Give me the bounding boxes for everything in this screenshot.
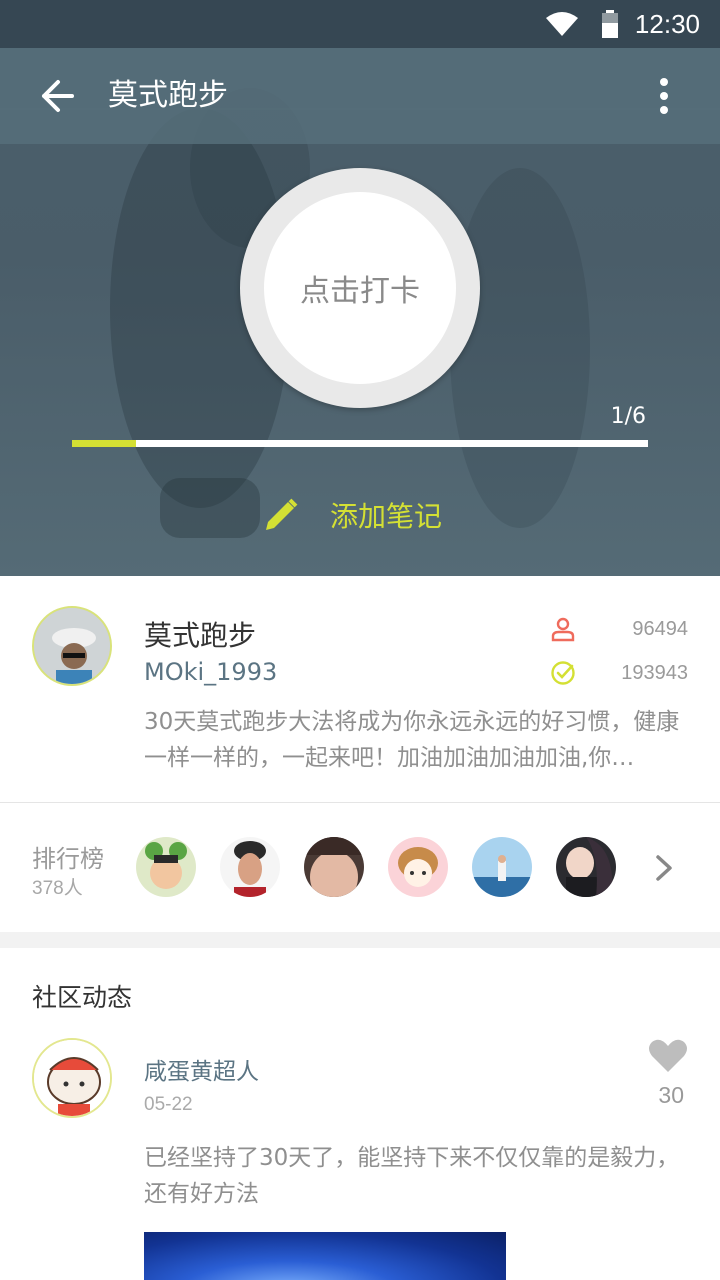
checkin-button[interactable]: 点击打卡: [264, 192, 456, 384]
heart-icon[interactable]: [648, 1038, 688, 1074]
pencil-icon: [266, 498, 298, 530]
rank-avatar-6[interactable]: [556, 837, 616, 897]
page-title: 莫式跑步: [108, 78, 228, 113]
battery-icon: [602, 10, 618, 38]
creator-avatar[interactable]: [32, 606, 112, 686]
status-time: 12:30: [634, 9, 700, 39]
add-note-label: 添加笔记: [330, 500, 443, 533]
creator-avatar-image: [34, 608, 110, 684]
post-author-name[interactable]: 咸蛋黄超人: [144, 1052, 259, 1086]
like-count: 30: [658, 1082, 684, 1108]
habit-title: 莫式跑步: [144, 619, 257, 652]
habit-info-card: 莫式跑步 MOki_1993 96494 193943 30天莫式跑步大法将成为…: [0, 576, 720, 802]
creator-username[interactable]: MOki_1993: [144, 658, 277, 686]
ranking-count: 378人: [32, 878, 83, 899]
members-count: 96494: [632, 617, 688, 640]
checkins-count: 193943: [621, 661, 688, 684]
checkins-stat: 193943: [550, 660, 688, 686]
post-date: 05-22: [144, 1094, 193, 1115]
more-vert-icon[interactable]: [652, 76, 676, 116]
rank-avatar-3[interactable]: [304, 837, 364, 897]
rank-avatar-4-image: [388, 837, 448, 897]
chevron-right-icon[interactable]: [652, 853, 676, 883]
members-stat: 96494: [550, 616, 688, 642]
rank-avatar-3-image: [304, 837, 364, 897]
add-note-button[interactable]: 添加笔记: [262, 492, 442, 538]
post-image[interactable]: [144, 1232, 506, 1280]
status-bar: 12:30: [0, 0, 720, 48]
community-section: 社区动态 咸蛋黄超人 05-22 30 已经坚持了30天了，能坚持下来不仅仅靠的…: [0, 948, 720, 1280]
progress-fill: [72, 440, 136, 447]
rank-avatar-5-image: [472, 837, 532, 897]
check-circle-icon: [551, 661, 575, 685]
person-icon: [551, 617, 575, 642]
rank-avatar-4[interactable]: [388, 837, 448, 897]
progress-bar: [72, 440, 648, 447]
progress-text: 1/6: [610, 404, 646, 429]
post-text: 已经坚持了30天了，能坚持下来不仅仅靠的是毅力，还有好方法: [144, 1145, 680, 1207]
checkin-hero: 莫式跑步 点击打卡 1/6 添加笔记: [0, 48, 720, 576]
wifi-icon: [546, 12, 578, 36]
community-title: 社区动态: [32, 983, 133, 1012]
ranking-label: 排行榜: [32, 845, 104, 873]
post-author-avatar-image: [34, 1040, 110, 1116]
ranking-row[interactable]: 排行榜 378人: [0, 802, 720, 932]
post-author-avatar[interactable]: [32, 1038, 112, 1118]
back-arrow-icon[interactable]: [36, 76, 76, 116]
rank-avatar-2-image: [220, 837, 280, 897]
rank-avatar-6-image: [556, 837, 616, 897]
rank-avatar-2[interactable]: [220, 837, 280, 897]
checkin-ring: 点击打卡: [240, 168, 480, 408]
rank-avatar-5[interactable]: [472, 837, 532, 897]
rank-avatar-1[interactable]: [136, 837, 196, 897]
rank-avatar-1-image: [136, 837, 196, 897]
habit-description: 30天莫式跑步大法将成为你永远永远的好习惯，健康一样一样的，一起来吧！加油加油加…: [144, 709, 680, 771]
app-bar: 莫式跑步: [0, 48, 720, 144]
